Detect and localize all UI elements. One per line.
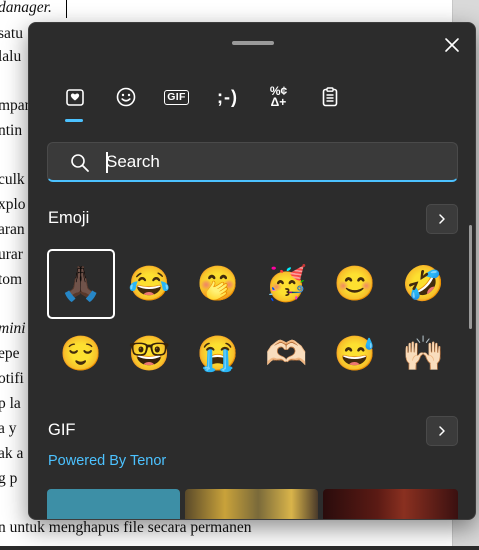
folded-hands-icon: 🙏🏿 xyxy=(59,265,103,303)
emoji-grid: 🙏🏿 😂 🤭 🥳 😊 🤣 😌 🤓 😭 🫶🏻 😅 🙌🏻 xyxy=(47,249,457,389)
chevron-right-icon xyxy=(439,426,445,436)
doc-line-3: lalu xyxy=(0,48,22,65)
emoji-nerd-face[interactable]: 🤓 xyxy=(116,319,184,389)
panel-scrollbar[interactable] xyxy=(469,225,472,329)
emoji-face-with-tears-of-joy[interactable]: 😂 xyxy=(116,249,184,319)
gif-thumbnails xyxy=(47,489,458,519)
emoji-relieved-face[interactable]: 😌 xyxy=(47,319,115,389)
tab-clipboard[interactable] xyxy=(304,81,355,113)
doc-line-18: n untuk menghapus file secara permanen xyxy=(0,519,252,536)
doc-line-6: culk xyxy=(0,171,25,188)
smiley-icon xyxy=(116,87,135,107)
emoji-heart-hands[interactable]: 🫶🏻 xyxy=(253,319,321,389)
symbols-icon: %¢ Δ+ xyxy=(270,85,287,109)
search-input[interactable] xyxy=(106,150,436,174)
symbols-icon-bottom: Δ+ xyxy=(270,95,287,109)
heart-clipboard-icon xyxy=(65,89,84,106)
kaomoji-icon: ;-) xyxy=(217,86,238,107)
emoji-partying-face[interactable]: 🥳 xyxy=(253,249,321,319)
heart-hands-icon: 🫶🏻 xyxy=(265,335,308,373)
tab-emoji[interactable] xyxy=(100,81,151,113)
close-button[interactable] xyxy=(439,32,465,58)
doc-line-15: a y xyxy=(0,420,17,437)
gif-see-more-button[interactable] xyxy=(426,416,458,446)
doc-line-8: aran xyxy=(0,221,25,238)
powered-by-tenor: Powered By Tenor xyxy=(48,453,167,469)
doc-line-13: otifi xyxy=(0,370,24,387)
emoji-smiling-face-with-smiling-eyes[interactable]: 😊 xyxy=(321,249,389,319)
emoji-folded-hands[interactable]: 🙏🏿 xyxy=(47,249,115,319)
doc-line-1: danager. xyxy=(0,0,52,16)
loudly-crying-face-icon: 😭 xyxy=(196,335,240,373)
gif-icon: GIF xyxy=(164,89,189,105)
doc-line-2: satu xyxy=(0,25,23,42)
doc-line-12: epe xyxy=(0,345,20,362)
emoji-face-with-hand-over-mouth[interactable]: 🤭 xyxy=(184,249,252,319)
doc-line-9: urar xyxy=(0,246,23,263)
emoji-loudly-crying-face[interactable]: 😭 xyxy=(184,319,252,389)
clipboard-icon xyxy=(322,87,337,107)
search-box xyxy=(47,142,458,182)
rolling-on-the-floor-laughing-icon: 🤣 xyxy=(402,265,445,303)
doc-line-16: ak a xyxy=(0,445,24,462)
gif-thumbnail[interactable] xyxy=(323,489,458,519)
doc-line-11: mini xyxy=(0,320,26,337)
taskbar-edge xyxy=(0,546,479,550)
close-icon xyxy=(445,38,459,52)
emoji-see-more-button[interactable] xyxy=(426,204,458,234)
document-caret xyxy=(66,0,67,18)
doc-line-7: xplo xyxy=(0,196,26,213)
relieved-face-icon: 😌 xyxy=(59,335,103,373)
emoji-raising-hands[interactable]: 🙌🏻 xyxy=(390,319,458,389)
smiling-face-with-smiling-eyes-icon: 😊 xyxy=(333,265,377,303)
emoji-rolling-on-the-floor-laughing[interactable]: 🤣 xyxy=(390,249,458,319)
tab-symbols[interactable]: %¢ Δ+ xyxy=(253,81,304,113)
face-with-tears-of-joy-icon: 😂 xyxy=(128,265,171,303)
emoji-section-title: Emoji xyxy=(48,209,90,227)
emoji-grinning-face-with-sweat[interactable]: 😅 xyxy=(321,319,389,389)
doc-line-17: g p xyxy=(0,470,18,487)
doc-line-5: ntin xyxy=(0,122,23,139)
gif-thumbnail[interactable] xyxy=(47,489,180,519)
tab-gif[interactable]: GIF xyxy=(151,81,202,113)
chevron-right-icon xyxy=(439,214,445,224)
gif-thumbnail[interactable] xyxy=(185,489,318,519)
face-with-hand-over-mouth-icon: 🤭 xyxy=(196,265,240,303)
doc-line-10: tom xyxy=(0,271,23,288)
grinning-face-with-sweat-icon: 😅 xyxy=(333,335,377,373)
tab-favorites[interactable] xyxy=(49,81,100,122)
gif-section-title: GIF xyxy=(48,421,76,439)
category-tabs: GIF ;-) %¢ Δ+ xyxy=(49,81,355,122)
raising-hands-icon: 🙌🏻 xyxy=(402,335,445,373)
doc-line-14: p la xyxy=(0,395,21,412)
tab-kaomoji[interactable]: ;-) xyxy=(202,81,253,113)
nerd-face-icon: 🤓 xyxy=(128,335,171,373)
emoji-panel: GIF ;-) %¢ Δ+ Emoji xyxy=(28,22,476,520)
search-icon xyxy=(71,154,89,172)
partying-face-icon: 🥳 xyxy=(265,265,308,303)
drag-handle[interactable] xyxy=(232,41,274,45)
text-cursor xyxy=(106,152,108,173)
